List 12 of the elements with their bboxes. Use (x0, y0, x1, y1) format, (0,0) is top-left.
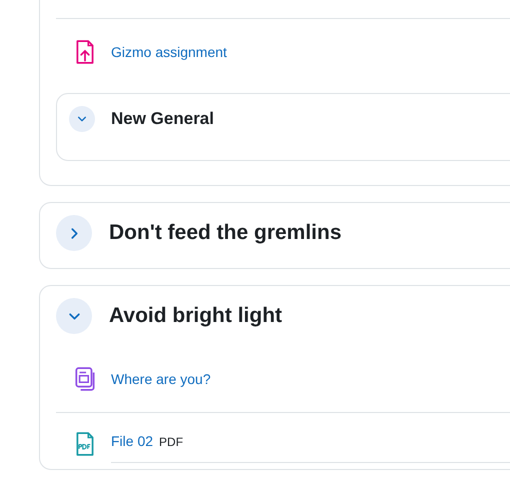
activity-link[interactable]: File 02 (111, 431, 154, 452)
expand-toggle[interactable] (56, 215, 92, 251)
activity-link[interactable]: Where are you? (111, 368, 211, 390)
expand-toggle[interactable] (56, 298, 92, 334)
section-title: Avoid bright light (109, 303, 282, 329)
expand-toggle[interactable] (69, 106, 95, 132)
section-title: Don't feed the gremlins (109, 220, 342, 246)
subsection-title: New General (111, 108, 214, 130)
file-type-label: PDF (159, 434, 184, 451)
chevron-down-icon (77, 114, 87, 124)
pages-icon (73, 366, 97, 392)
activity-link[interactable]: Gizmo assignment (111, 42, 227, 62)
